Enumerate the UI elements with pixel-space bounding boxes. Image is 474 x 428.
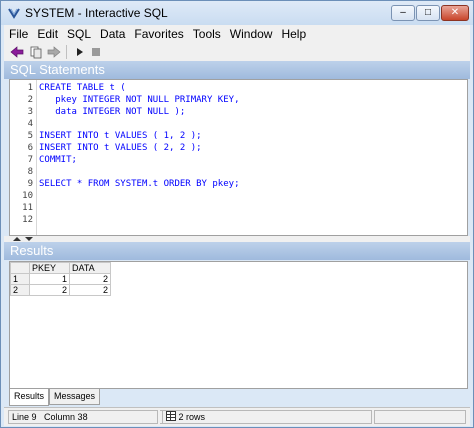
status-line: Line 9 bbox=[12, 412, 37, 422]
execute-icon bbox=[77, 48, 83, 56]
cell-pkey[interactable]: 1 bbox=[29, 273, 70, 285]
row-number[interactable]: 1 bbox=[10, 273, 30, 285]
menu-sql[interactable]: SQL bbox=[62, 25, 95, 43]
execute-button[interactable] bbox=[72, 44, 88, 60]
menu-file[interactable]: File bbox=[4, 25, 32, 43]
line-number: 5 bbox=[27, 131, 33, 141]
bookmark-icon bbox=[30, 46, 42, 59]
rows-grid-icon bbox=[166, 411, 176, 421]
code-line: INSERT INTO t VALUES ( 2, 2 ); bbox=[39, 143, 202, 153]
status-bar: Line 9 Column 38 2 rows bbox=[4, 407, 470, 426]
code-line: data INTEGER NOT NULL ); bbox=[39, 107, 186, 117]
menu-tools[interactable]: Tools bbox=[188, 25, 225, 43]
toolbar-separator bbox=[66, 45, 67, 59]
code-line: pkey INTEGER NOT NULL PRIMARY KEY, bbox=[39, 95, 240, 105]
window-title: SYSTEM - Interactive SQL bbox=[25, 6, 168, 20]
close-button[interactable]: ✕ bbox=[441, 5, 469, 21]
forward-button[interactable] bbox=[46, 44, 62, 60]
app-icon bbox=[8, 8, 20, 19]
table-row[interactable]: 1 1 2 bbox=[10, 273, 111, 285]
results-tabs: Results Messages bbox=[9, 389, 101, 406]
line-number: 6 bbox=[27, 143, 33, 153]
code-line: SELECT * FROM SYSTEM.t ORDER BY pkey; bbox=[39, 179, 240, 189]
back-arrow-icon bbox=[10, 46, 24, 58]
code-line: CREATE TABLE t ( bbox=[39, 83, 126, 93]
line-number: 4 bbox=[27, 119, 33, 129]
back-button[interactable] bbox=[9, 44, 25, 60]
tab-results[interactable]: Results bbox=[9, 389, 50, 406]
sql-statements-header: SQL Statements bbox=[4, 61, 470, 79]
toolbar bbox=[4, 43, 470, 62]
table-row[interactable]: 2 2 2 bbox=[10, 284, 111, 296]
tab-messages[interactable]: Messages bbox=[49, 389, 101, 405]
line-number: 1 bbox=[27, 83, 33, 93]
line-number: 3 bbox=[27, 107, 33, 117]
corner-cell bbox=[10, 262, 30, 274]
line-number: 8 bbox=[27, 167, 33, 177]
sql-editor[interactable]: 1 2 3 4 5 6 7 8 9 10 11 12 CREATE TABLE … bbox=[9, 79, 468, 236]
close-icon: ✕ bbox=[450, 7, 460, 18]
favorites-button[interactable] bbox=[28, 44, 44, 60]
line-number: 9 bbox=[27, 179, 33, 189]
row-number[interactable]: 2 bbox=[10, 284, 30, 296]
code-line: INSERT INTO t VALUES ( 1, 2 ); bbox=[39, 131, 202, 141]
menu-help[interactable]: Help bbox=[276, 25, 310, 43]
results-grid-area[interactable]: PKEY DATA 1 1 2 2 2 2 bbox=[9, 261, 468, 389]
status-extra bbox=[374, 410, 466, 424]
forward-arrow-icon bbox=[47, 46, 61, 58]
column-header-pkey[interactable]: PKEY bbox=[29, 262, 70, 274]
line-number: 7 bbox=[27, 155, 33, 165]
line-number: 2 bbox=[27, 95, 33, 105]
menu-data[interactable]: Data bbox=[95, 25, 129, 43]
app-window: SYSTEM - Interactive SQL – □ ✕ File Edit… bbox=[0, 0, 474, 428]
code-line: COMMIT; bbox=[39, 155, 77, 165]
cell-pkey[interactable]: 2 bbox=[29, 284, 70, 296]
stop-icon bbox=[92, 48, 100, 56]
line-number: 10 bbox=[22, 191, 33, 201]
minimize-icon: – bbox=[400, 7, 406, 18]
minimize-button[interactable]: – bbox=[391, 5, 415, 21]
menu-window[interactable]: Window bbox=[225, 25, 277, 43]
title-bar[interactable]: SYSTEM - Interactive SQL – □ ✕ bbox=[1, 1, 473, 25]
line-number: 12 bbox=[22, 215, 33, 225]
cell-data[interactable]: 2 bbox=[69, 284, 111, 296]
maximize-icon: □ bbox=[424, 7, 432, 18]
column-header-data[interactable]: DATA bbox=[69, 262, 111, 274]
cursor-position: Line 9 Column 38 bbox=[8, 410, 158, 424]
status-rows: 2 rows bbox=[178, 412, 206, 422]
line-number-gutter: 1 2 3 4 5 6 7 8 9 10 11 12 bbox=[10, 80, 37, 235]
menu-favorites[interactable]: Favorites bbox=[129, 25, 187, 43]
menu-bar: File Edit SQL Data Favorites Tools Windo… bbox=[4, 25, 470, 43]
cell-data[interactable]: 2 bbox=[69, 273, 111, 285]
status-column: Column 38 bbox=[44, 412, 88, 422]
line-number: 11 bbox=[22, 203, 33, 213]
row-count: 2 rows bbox=[162, 410, 372, 424]
menu-edit[interactable]: Edit bbox=[32, 25, 62, 43]
table-header-row: PKEY DATA bbox=[10, 262, 111, 274]
results-table: PKEY DATA 1 1 2 2 2 2 bbox=[10, 262, 111, 296]
results-header: Results bbox=[4, 242, 470, 260]
stop-button[interactable] bbox=[88, 44, 104, 60]
maximize-button[interactable]: □ bbox=[416, 5, 440, 21]
